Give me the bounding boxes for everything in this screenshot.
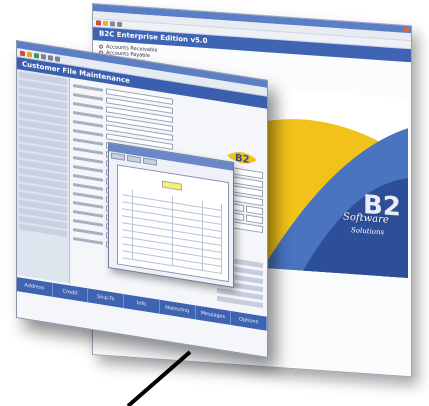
arrow-stroke-icon xyxy=(126,350,192,406)
product-collage: B2C Enterprise Edition v5.0 Accounts Rec… xyxy=(0,0,429,406)
